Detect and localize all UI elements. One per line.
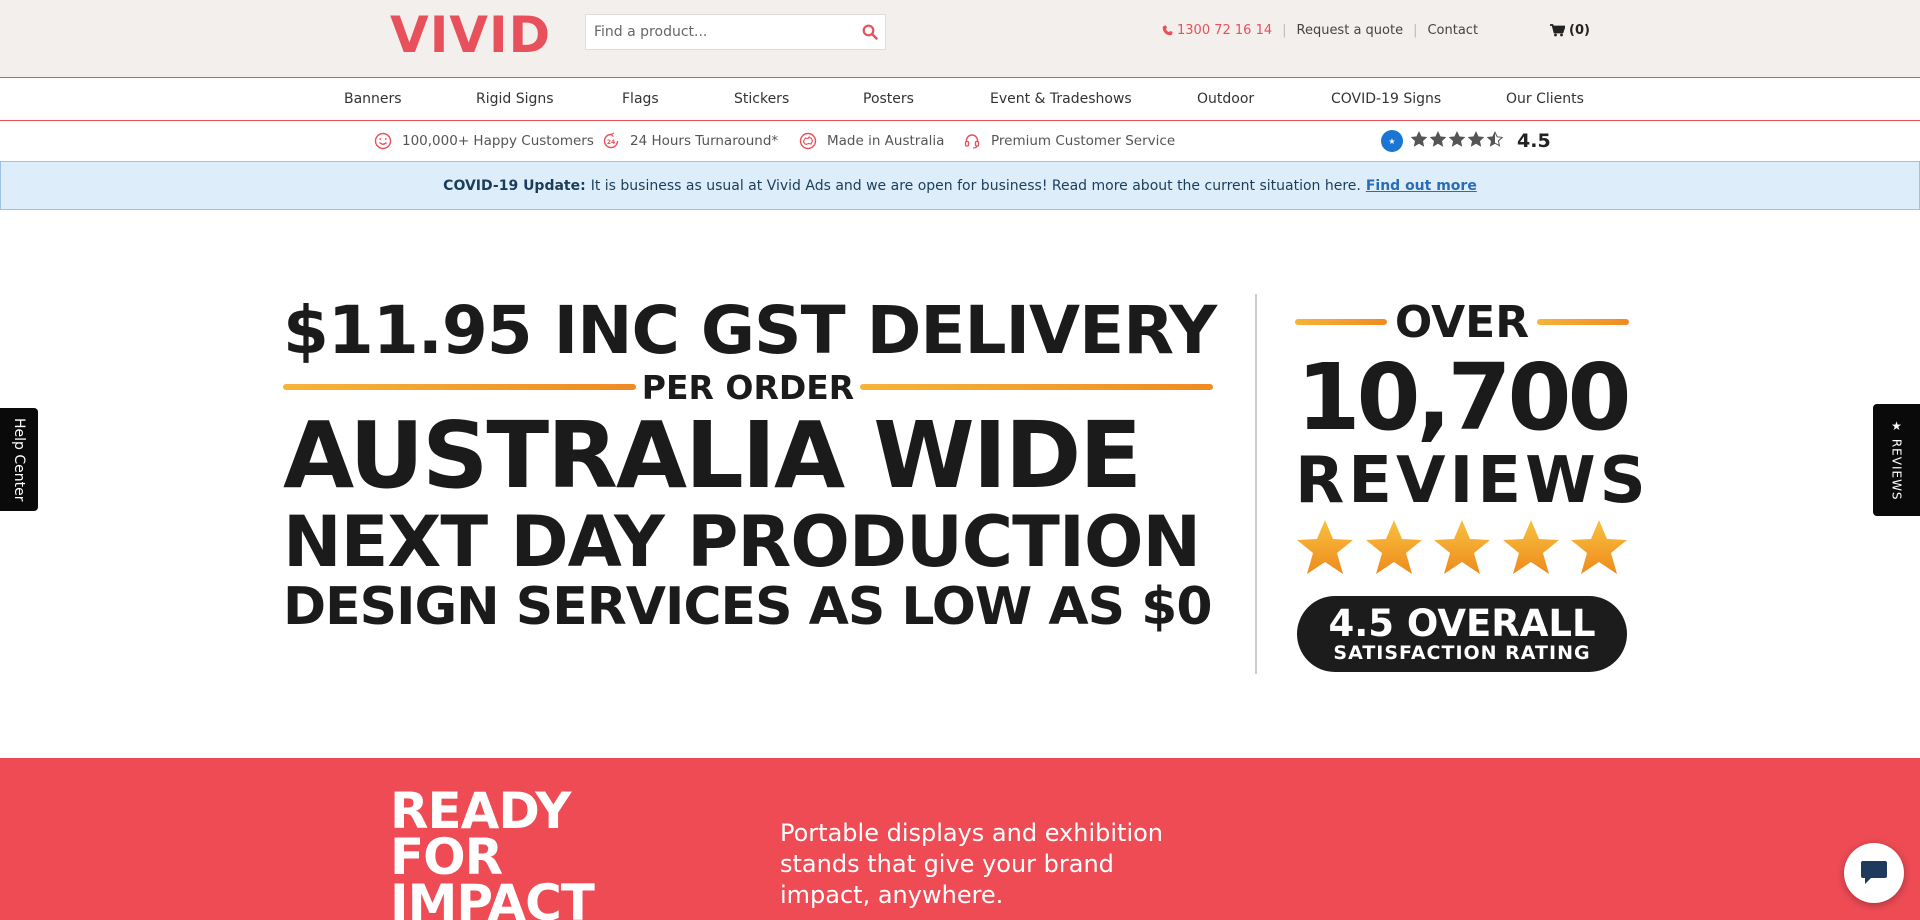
phone-number: 1300 72 16 14 [1177, 23, 1273, 38]
top-header: VIVID 1300 72 16 14 | Request a quote | … [0, 0, 1920, 78]
hero-star-icon [1569, 518, 1629, 580]
hero-delivery-text: $11.95 INC GST DELIVERY PER ORDER AUSTRA… [283, 292, 1217, 637]
cart-button[interactable]: (0) [1550, 23, 1590, 38]
covid-label: COVID-19 Update: [443, 177, 586, 194]
nav-item-stickers[interactable]: Stickers [734, 78, 789, 121]
feature-label: Premium Customer Service [991, 133, 1176, 149]
over-text: OVER [1394, 296, 1530, 348]
chat-button[interactable] [1844, 843, 1904, 903]
hero-star-icon [1295, 518, 1355, 580]
hero-delivery-price: $11.95 INC GST DELIVERY [283, 292, 1217, 369]
nav-item-our-clients[interactable]: Our Clients [1506, 78, 1584, 121]
hero-design-services: DESIGN SERVICES AS LOW AS $0 [283, 577, 1213, 637]
hero-star-icon [1364, 518, 1424, 580]
search-box [585, 14, 886, 50]
hero-australia-wide: AUSTRALIA WIDE [283, 402, 1142, 509]
request-quote-link[interactable]: Request a quote [1297, 23, 1404, 38]
big-stars-row [1295, 518, 1629, 580]
feature-customer-service: Premium Customer Service [963, 121, 1175, 161]
contact-link[interactable]: Contact [1427, 23, 1478, 38]
separator: | [1413, 23, 1418, 38]
divider-bar [1537, 319, 1629, 325]
nav-item-banners[interactable]: Banners [344, 78, 402, 121]
divider-bar [860, 384, 1213, 390]
nav-item-covid-signs[interactable]: COVID-19 Signs [1331, 78, 1441, 121]
chat-bubble-icon [1861, 861, 1887, 884]
separator: | [1282, 23, 1287, 38]
feature-label: Made in Australia [827, 133, 945, 149]
per-order-text: PER ORDER [641, 367, 855, 407]
divider-bar [283, 384, 636, 390]
hero-star-icon [1501, 518, 1561, 580]
rating-star-icon [1486, 131, 1504, 151]
find-out-more-link[interactable]: Find out more [1366, 178, 1477, 194]
cart-icon [1550, 24, 1566, 37]
reviews-tab-label: ★ REVIEWS [1889, 419, 1904, 501]
ready-for-impact-heading: READY FOR IMPACT [390, 786, 595, 920]
main-nav: Banners Rigid Signs Flags Stickers Poste… [0, 78, 1920, 121]
hero-per-order: PER ORDER [283, 367, 1213, 407]
hero-next-day: NEXT DAY PRODUCTION [283, 501, 1201, 583]
cart-count: (0) [1569, 23, 1590, 38]
svg-text:24: 24 [607, 139, 615, 146]
search-icon[interactable] [855, 15, 885, 49]
vivid-logo[interactable]: VIVID [390, 10, 551, 60]
rating-star-icon [1467, 131, 1485, 151]
rating-star-icon [1410, 131, 1428, 151]
review-count: 10,700 [1296, 344, 1631, 451]
nav-item-flags[interactable]: Flags [622, 78, 659, 121]
reviews-side-tab[interactable]: ★ REVIEWS [1873, 404, 1920, 516]
feature-turnaround: 24 24 Hours Turnaround* [602, 121, 778, 161]
nav-item-outdoor[interactable]: Outdoor [1197, 78, 1254, 121]
reviews-badge-icon: ★ [1381, 130, 1403, 152]
covid-message: It is business as usual at Vivid Ads and… [590, 177, 1361, 194]
hero-divider [1255, 294, 1257, 674]
rating-value: 4.5 [1517, 130, 1551, 152]
divider-bar [1295, 319, 1387, 325]
promo-description: Portable displays and exhibition stands … [780, 819, 1164, 909]
hero-banner[interactable]: $11.95 INC GST DELIVERY PER ORDER AUSTRA… [0, 210, 1920, 758]
rating-widget[interactable]: ★ 4.5 [1381, 121, 1551, 161]
overall-rating-text: 4.5 OVERALL [1328, 602, 1596, 645]
feature-made-in-australia: Made in Australia [799, 121, 944, 161]
australia-icon [799, 132, 817, 150]
over-row: OVER [1295, 294, 1629, 350]
satisfaction-text: SATISFACTION RATING [1333, 642, 1591, 664]
heading-line: IMPACT [390, 874, 595, 920]
nav-item-event-tradeshows[interactable]: Event & Tradeshows [990, 78, 1132, 121]
help-center-label: Help Center [11, 417, 27, 502]
nav-item-rigid-signs[interactable]: Rigid Signs [476, 78, 554, 121]
feature-label: 100,000+ Happy Customers [402, 133, 594, 149]
nav-item-posters[interactable]: Posters [863, 78, 914, 121]
top-links: 1300 72 16 14 | Request a quote | Contac… [1162, 23, 1590, 38]
ready-for-impact-section: READY FOR IMPACT Portable displays and e… [0, 758, 1920, 920]
headset-icon [964, 134, 980, 149]
rating-stars [1410, 131, 1504, 151]
phone-link[interactable]: 1300 72 16 14 [1162, 23, 1272, 38]
rating-star-icon [1429, 131, 1447, 151]
features-strip: 100,000+ Happy Customers 24 24 Hours Tur… [0, 121, 1920, 161]
smiley-icon [374, 132, 392, 150]
rating-star-icon [1448, 131, 1466, 151]
hero-reviews-block: OVER 10,700 REVIEWS 4.5 OVERALL SATISFAC… [1295, 294, 1650, 672]
overall-rating-pill: 4.5 OVERALL SATISFACTION RATING [1297, 596, 1627, 672]
covid-update-banner: COVID-19 Update: It is business as usual… [0, 161, 1920, 210]
help-center-tab[interactable]: Help Center [0, 408, 38, 511]
hero-star-icon [1432, 518, 1492, 580]
phone-icon [1162, 25, 1173, 36]
reviews-word: REVIEWS [1295, 444, 1650, 518]
clock-24-icon: 24 [603, 132, 619, 149]
feature-happy-customers: 100,000+ Happy Customers [374, 121, 594, 161]
feature-label: 24 Hours Turnaround* [630, 133, 779, 149]
search-input[interactable] [586, 15, 855, 49]
